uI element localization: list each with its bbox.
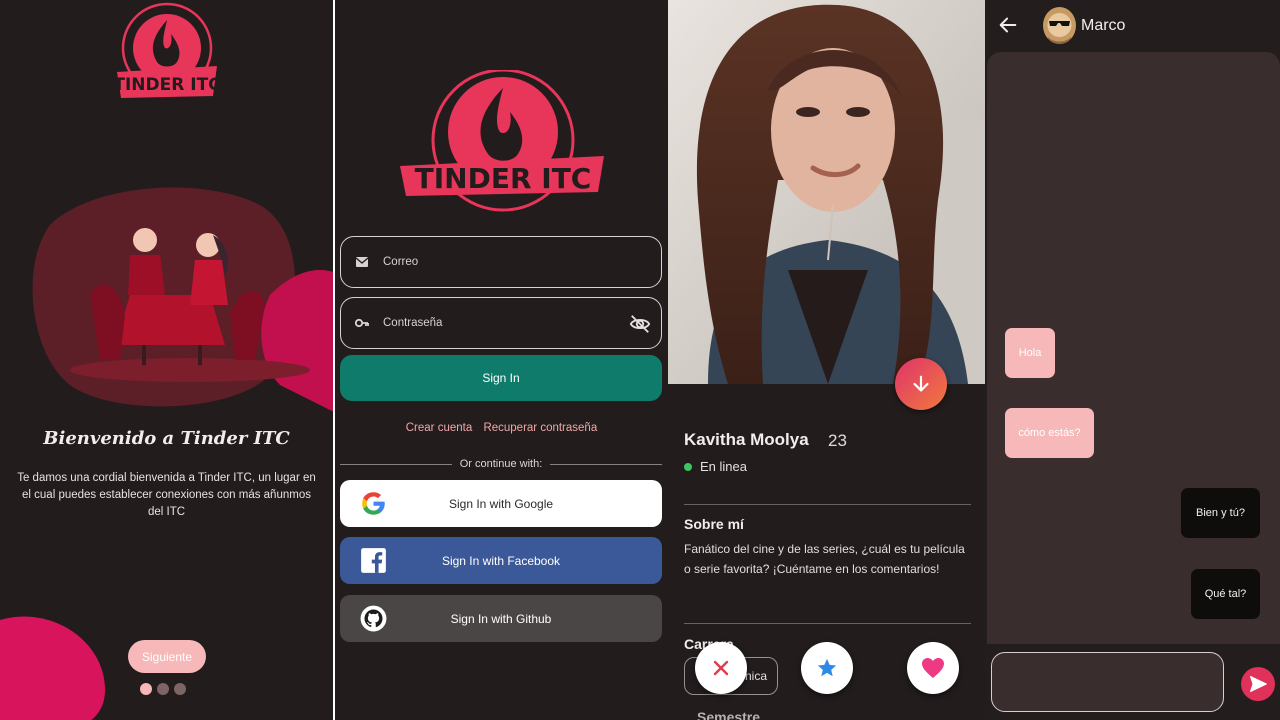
about-heading: Sobre mí bbox=[684, 516, 744, 532]
google-sign-in-label: Sign In with Google bbox=[448, 496, 554, 511]
about-text: Fanático del cine y de las series, ¿cuál… bbox=[684, 542, 965, 576]
star-icon bbox=[817, 658, 837, 677]
facebook-icon bbox=[361, 548, 386, 573]
key-icon bbox=[355, 316, 369, 330]
send-button[interactable] bbox=[1241, 667, 1275, 701]
semester-heading: Semestre bbox=[697, 709, 761, 720]
arrow-down-icon bbox=[913, 375, 929, 392]
svg-text:TINDER ITC: TINDER ITC bbox=[113, 75, 220, 95]
chat-screen: Marco Hola cómo estás? Bien y tú? Qué ta… bbox=[985, 0, 1280, 720]
online-indicator-icon bbox=[684, 462, 692, 471]
dislike-button[interactable] bbox=[695, 642, 747, 694]
svg-text:TINDER ITC: TINDER ITC bbox=[415, 162, 592, 195]
avatar[interactable] bbox=[1043, 7, 1076, 44]
message-bubble: Bien y tú? bbox=[1181, 488, 1260, 538]
close-icon bbox=[713, 660, 729, 676]
facebook-sign-in-button[interactable]: Sign In with Facebook bbox=[340, 537, 662, 584]
facebook-sign-in-label: Sign In with Facebook bbox=[441, 553, 561, 568]
google-sign-in-button[interactable]: Sign In with Google bbox=[340, 480, 662, 527]
expand-profile-button[interactable] bbox=[895, 358, 947, 410]
send-icon bbox=[1250, 676, 1267, 692]
password-placeholder: Contraseña bbox=[383, 317, 443, 329]
message-bubble: Hola bbox=[1005, 328, 1055, 378]
password-field[interactable]: Contraseña bbox=[340, 297, 662, 349]
like-button[interactable] bbox=[907, 642, 959, 694]
message-bubble: Qué tal? bbox=[1191, 569, 1260, 619]
message-list[interactable]: Hola cómo estás? Bien y tú? Qué tal? bbox=[987, 52, 1280, 644]
heart-icon bbox=[922, 658, 944, 678]
google-icon bbox=[362, 492, 385, 515]
page-dot[interactable] bbox=[174, 683, 186, 695]
divider bbox=[684, 623, 971, 624]
tinder-itc-logo: TINDER ITC bbox=[400, 70, 604, 212]
message-bubble: cómo estás? bbox=[1005, 408, 1094, 458]
continue-with-label: Or continue with: bbox=[459, 458, 543, 470]
welcome-title: Bienvenido a Tinder ITC bbox=[43, 428, 290, 449]
profile-photo bbox=[668, 0, 985, 384]
profile-age: 23 bbox=[828, 431, 847, 450]
message-input[interactable] bbox=[991, 652, 1224, 712]
contact-name: Marco bbox=[1081, 17, 1126, 34]
create-account-link[interactable]: Crear cuenta bbox=[406, 422, 472, 434]
chat-header: Marco bbox=[985, 0, 1280, 52]
github-sign-in-label: Sign In with Github bbox=[450, 611, 552, 626]
page-dot[interactable] bbox=[140, 683, 152, 695]
divider: Or continue with: bbox=[340, 458, 663, 470]
tinder-itc-logo: TINDER ITC bbox=[113, 2, 221, 98]
github-icon bbox=[360, 605, 387, 632]
couple-dinner-illustration bbox=[32, 187, 333, 412]
recover-password-link[interactable]: Recuperar contraseña bbox=[483, 422, 597, 434]
sign-in-button[interactable]: Sign In bbox=[340, 355, 662, 401]
github-sign-in-button[interactable]: Sign In with Github bbox=[340, 595, 662, 642]
login-screen: TINDER ITC Correo Contraseña Sign In Cre… bbox=[335, 0, 668, 720]
decorative-blob bbox=[0, 616, 105, 720]
email-placeholder: Correo bbox=[383, 256, 419, 268]
email-field[interactable]: Correo bbox=[340, 236, 662, 288]
divider bbox=[684, 504, 971, 505]
welcome-description: Te damos una cordial bienvenida a Tinder… bbox=[17, 472, 316, 518]
page-indicator bbox=[140, 683, 186, 695]
account-links: Crear cuenta Recuperar contraseña bbox=[335, 422, 668, 434]
online-status-label: En linea bbox=[700, 459, 747, 474]
welcome-screen: TINDER ITC Bienvenido a Tinder ITC Te da… bbox=[0, 0, 333, 720]
page-dot[interactable] bbox=[157, 683, 169, 695]
superlike-button[interactable] bbox=[801, 642, 853, 694]
back-arrow-icon[interactable] bbox=[997, 14, 1019, 36]
next-button[interactable]: Siguiente bbox=[128, 640, 206, 673]
online-status: En linea bbox=[684, 459, 747, 474]
profile-name: Kavitha Moolya bbox=[684, 430, 809, 449]
profile-screen: Kavitha Moolya 23 En linea Sobre mí Faná… bbox=[668, 0, 985, 720]
mail-icon bbox=[355, 255, 369, 269]
eye-off-icon[interactable] bbox=[629, 313, 651, 335]
